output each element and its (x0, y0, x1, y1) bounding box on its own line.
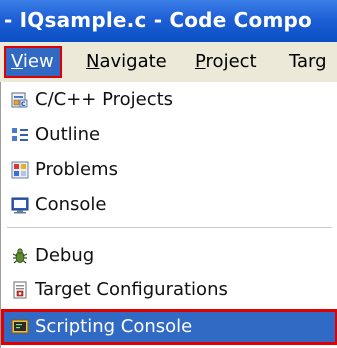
menu-item-label: Outline (35, 124, 101, 145)
menu-item-label: Problems (35, 159, 118, 180)
outline-icon (11, 126, 29, 144)
problems-icon (11, 161, 29, 179)
menu-project[interactable]: Project (195, 48, 257, 76)
debug-icon (11, 247, 29, 265)
menu-item-debug[interactable]: Debug (1, 240, 337, 272)
menu-item-label: Console (35, 194, 107, 215)
view-dropdown-menu: C C/C++ Projects Outline Problems Consol… (0, 82, 337, 348)
menu-item-label: Debug (35, 245, 95, 266)
menu-project-mnemonic: P (195, 51, 206, 72)
menu-item-target-configurations[interactable]: Target Configurations (1, 274, 337, 306)
menu-view-mnemonic: V (11, 51, 23, 72)
menu-item-outline[interactable]: Outline (1, 119, 337, 151)
menu-navigate[interactable]: Navigate (86, 48, 167, 76)
scripting-console-icon (11, 318, 29, 336)
menu-target[interactable]: Targ (289, 48, 327, 76)
window-title: - IQsample.c - Code Compo (4, 8, 312, 32)
menu-view[interactable]: View (4, 46, 62, 78)
menu-item-label: C/C++ Projects (35, 89, 174, 110)
console-icon (11, 196, 29, 214)
menu-item-label: Scripting Console (35, 316, 193, 337)
menu-bar: View Navigate Project Targ (0, 42, 337, 82)
svg-text:C: C (21, 101, 26, 108)
menu-item-label: Target Configurations (35, 279, 228, 300)
menu-item-scripting-console[interactable]: Scripting Console (1, 309, 337, 345)
projects-icon: C (11, 91, 29, 109)
target-config-icon (11, 281, 29, 299)
menu-item-cpp-projects[interactable]: C C/C++ Projects (1, 84, 337, 116)
menu-item-console[interactable]: Console (1, 189, 337, 221)
menu-project-rest: roject (205, 51, 257, 72)
menu-item-problems[interactable]: Problems (1, 154, 337, 186)
menu-view-rest: iew (22, 51, 54, 72)
menu-navigate-rest: avigate (99, 51, 167, 72)
title-bar: - IQsample.c - Code Compo (0, 0, 337, 42)
menu-navigate-mnemonic: N (86, 51, 100, 72)
menu-separator (7, 227, 332, 228)
menu-target-label: Targ (289, 51, 327, 72)
